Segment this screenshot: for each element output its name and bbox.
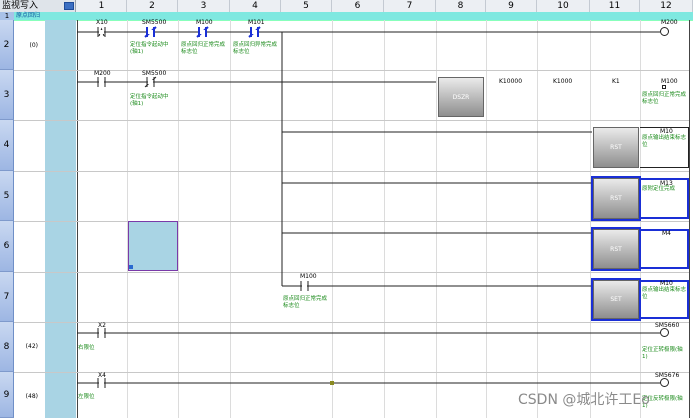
operand-comment: 原附定位完成 xyxy=(642,186,676,192)
contact-comment: 右限位 xyxy=(78,345,95,351)
contact-x10-label[interactable]: X10 xyxy=(96,19,108,26)
rst-instruction[interactable]: RST xyxy=(593,127,639,168)
operand-label: M10 xyxy=(660,128,673,135)
operand-label: K10000 xyxy=(499,78,523,85)
contact-comment: 定位指令起动中(轴1) xyxy=(130,94,169,107)
operand-comment: 原点回归正常完成标志位 xyxy=(642,92,687,105)
dszr-instruction[interactable]: DSZR xyxy=(438,77,484,117)
operand-comment: 原点输出结束标志位 xyxy=(642,287,687,300)
rst-instruction[interactable]: RST xyxy=(591,227,641,271)
coil-m200-label[interactable]: M200 xyxy=(661,19,678,26)
contact-m200-label[interactable]: M200 xyxy=(94,70,111,77)
operand-label: M100 xyxy=(661,78,678,85)
contact-x2-label[interactable]: X2 xyxy=(98,322,106,329)
monitor-marker-icon xyxy=(330,381,334,385)
contact-comment: 原点回归正常完成标志位 xyxy=(181,42,226,55)
contact-comment: 左限位 xyxy=(78,394,95,400)
contact-comment: 原点回归正常完成标志位 xyxy=(283,296,328,309)
coil-comment: 定位正转极限(轴1) xyxy=(642,347,683,360)
rst-instruction[interactable]: RST xyxy=(591,176,641,221)
operand-label: K1000 xyxy=(553,78,573,85)
cursor-handle-icon[interactable] xyxy=(129,265,133,269)
operand-comment: 原点输出结束标志位 xyxy=(642,135,687,148)
contact-sm5500-label[interactable]: SM5500 xyxy=(142,19,166,26)
contact-sm5500-label[interactable]: SM5500 xyxy=(142,70,166,77)
operand-label: K1 xyxy=(612,78,620,85)
contact-m100-label[interactable]: M100 xyxy=(196,19,213,26)
contact-comment: 原点回归异常完成标志位 xyxy=(233,42,278,55)
ladder-diagram xyxy=(77,26,660,388)
cell-cursor[interactable] xyxy=(128,221,178,271)
contact-comment: 定位指令起动中(轴1) xyxy=(130,42,169,55)
contact-x4-label[interactable]: X4 xyxy=(98,372,106,379)
device-marker-icon xyxy=(662,85,666,89)
coil-icon[interactable] xyxy=(660,328,669,337)
coil-icon[interactable] xyxy=(660,27,669,36)
operand-label: M4 xyxy=(662,230,671,237)
operand-label: M10 xyxy=(660,280,673,287)
watermark: CSDN @城北许工Eo xyxy=(518,392,650,408)
coil-icon[interactable] xyxy=(660,378,669,387)
contact-m100-label[interactable]: M100 xyxy=(300,273,317,280)
set-instruction[interactable]: SET xyxy=(591,278,641,321)
contact-m101-label[interactable]: M101 xyxy=(248,19,265,26)
